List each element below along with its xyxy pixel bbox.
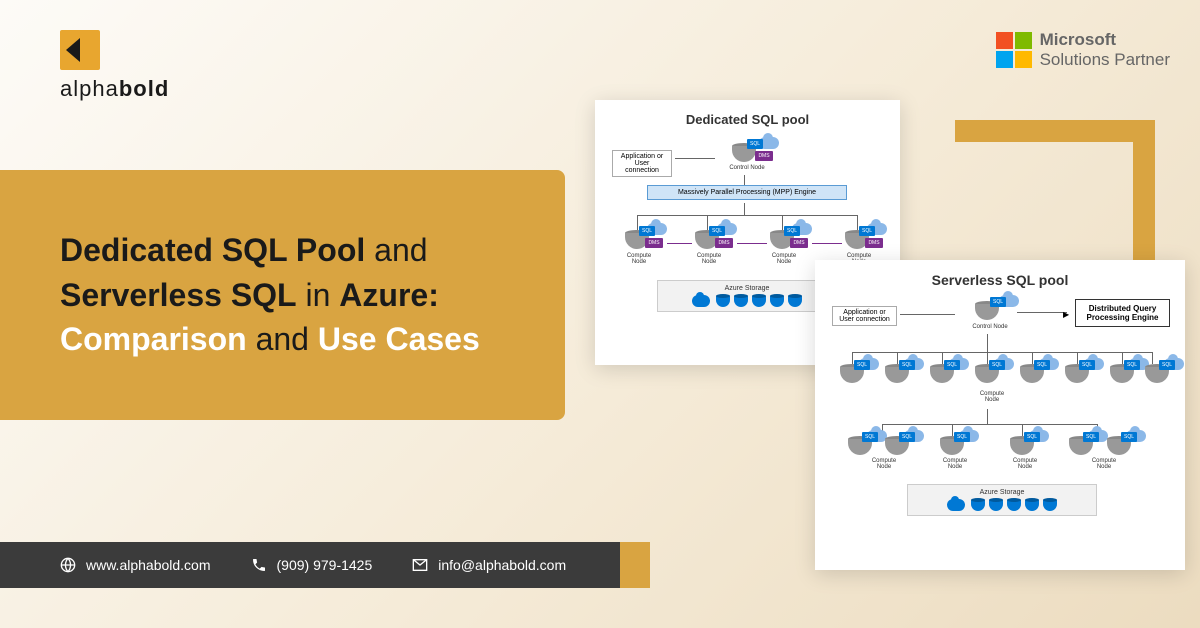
sql-badge: SQL	[1121, 432, 1137, 442]
mpp-engine-label: Massively Parallel Processing (MPP) Engi…	[647, 185, 847, 200]
storage-disk-icon	[770, 295, 784, 307]
website-item: www.alphabold.com	[60, 557, 211, 573]
control-node-label: Control Node	[965, 324, 1015, 330]
ms-partner-text: Microsoft Solutions Partner	[1040, 30, 1170, 71]
compute-label: Compute Node	[1000, 458, 1050, 470]
storage-disk-icon	[1043, 499, 1057, 511]
phone-text: (909) 979-1425	[277, 557, 373, 573]
storage-disk-icon	[716, 295, 730, 307]
storage-disk-icon	[1007, 499, 1021, 511]
sql-badge: SQL	[709, 226, 725, 236]
compute-label: Compute Node	[764, 253, 804, 265]
sql-badge: SQL	[899, 432, 915, 442]
sql-badge: SQL	[944, 360, 960, 370]
sql-badge: SQL	[854, 360, 870, 370]
logo-part1: alpha	[60, 76, 119, 101]
headline-p4: Comparison	[60, 321, 247, 357]
sql-badge: SQL	[859, 226, 875, 236]
logo-part2: bold	[119, 76, 169, 101]
sql-badge: SQL	[989, 360, 1005, 370]
contact-footer: www.alphabold.com (909) 979-1425 info@al…	[0, 542, 620, 588]
sql-badge: SQL	[1083, 432, 1099, 442]
headline-c2: in	[305, 277, 330, 313]
serverless-sql-diagram: Serverless SQL pool Application or User …	[815, 260, 1185, 570]
compute-label: Compute Node	[859, 458, 909, 470]
sql-badge: SQL	[1079, 360, 1095, 370]
headline-p1: Dedicated SQL Pool	[60, 232, 365, 268]
compute-label: Compute Node	[619, 253, 659, 265]
sql-badge: SQL	[990, 297, 1006, 307]
storage-disk-icon	[971, 499, 985, 511]
cloud-storage-icon	[692, 295, 710, 307]
envelope-icon	[412, 557, 428, 573]
email-text: info@alphabold.com	[438, 557, 566, 573]
diagram1-title: Dedicated SQL pool	[607, 112, 888, 127]
sql-badge: SQL	[1159, 360, 1175, 370]
headline-p5: Use Cases	[318, 321, 480, 357]
diagram2-body: Application or User connection SQL Contr…	[827, 296, 1173, 557]
storage-label: Azure Storage	[662, 285, 832, 292]
footer-gold-accent	[620, 542, 650, 588]
microsoft-logo-icon	[996, 32, 1032, 68]
ms-name: Microsoft	[1040, 30, 1170, 50]
dqp-engine-label: Distributed Query Processing Engine	[1075, 299, 1170, 327]
dms-badge: DMS	[645, 238, 663, 248]
sql-badge: SQL	[747, 139, 763, 149]
azure-storage-box: Azure Storage	[907, 484, 1097, 516]
sql-badge: SQL	[862, 432, 878, 442]
storage-disk-icon	[752, 295, 766, 307]
sql-badge: SQL	[1024, 432, 1040, 442]
phone-item: (909) 979-1425	[251, 557, 373, 573]
storage-disk-icon	[788, 295, 802, 307]
sql-badge: SQL	[954, 432, 970, 442]
sql-badge: SQL	[899, 360, 915, 370]
app-label: Application or User connection	[832, 306, 897, 326]
logo-text: alphabold	[60, 76, 169, 102]
sql-badge: SQL	[1124, 360, 1140, 370]
headline-c3: and	[256, 321, 309, 357]
diagram2-title: Serverless SQL pool	[827, 272, 1173, 288]
sql-badge: SQL	[1034, 360, 1050, 370]
compute-label: Compute Node	[930, 458, 980, 470]
sql-badge: SQL	[784, 226, 800, 236]
compute-label: Compute Node	[689, 253, 729, 265]
globe-icon	[60, 557, 76, 573]
headline-c1: and	[374, 232, 427, 268]
dms-badge: DMS	[865, 238, 883, 248]
website-text: www.alphabold.com	[86, 557, 211, 573]
compute-label: Compute Node	[1079, 458, 1129, 470]
dms-badge: DMS	[790, 238, 808, 248]
app-label: Application or User connection	[612, 150, 672, 177]
headline-p3: Azure:	[339, 277, 439, 313]
cloud-storage-icon	[947, 499, 965, 511]
dms-badge: DMS	[715, 238, 733, 248]
storage-disk-icon	[989, 499, 1003, 511]
email-item: info@alphabold.com	[412, 557, 566, 573]
microsoft-partner-badge: Microsoft Solutions Partner	[996, 30, 1170, 71]
headline-p2: Serverless SQL	[60, 277, 297, 313]
compute-label: Compute Node	[967, 391, 1017, 403]
storage-disk-icon	[734, 295, 748, 307]
logo-icon	[60, 30, 100, 70]
phone-icon	[251, 557, 267, 573]
storage-disk-icon	[1025, 499, 1039, 511]
dms-badge: DMS	[755, 151, 773, 161]
alphabold-logo: alphabold	[60, 30, 169, 102]
headline-text: Dedicated SQL Pool and Serverless SQL in…	[60, 228, 480, 362]
storage-label: Azure Storage	[912, 489, 1092, 496]
ms-subtitle: Solutions Partner	[1040, 50, 1170, 70]
title-banner: Dedicated SQL Pool and Serverless SQL in…	[0, 170, 565, 420]
azure-storage-box: Azure Storage	[657, 280, 837, 312]
sql-badge: SQL	[639, 226, 655, 236]
control-node-label: Control Node	[722, 165, 772, 171]
